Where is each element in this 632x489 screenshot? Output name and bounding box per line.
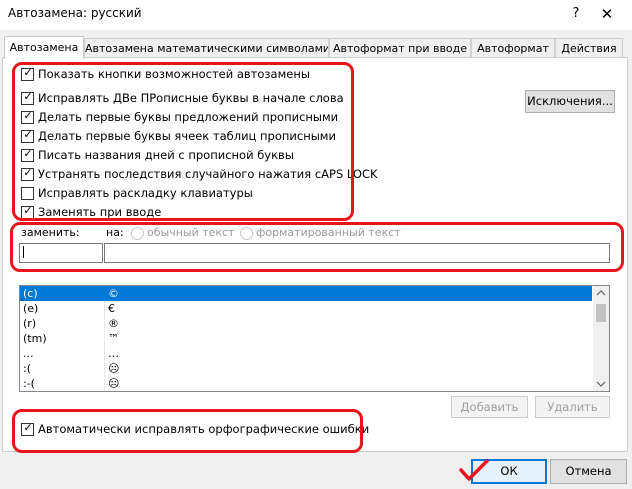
column-divider bbox=[104, 331, 105, 346]
highlight-box-autocorrect-options bbox=[12, 62, 354, 221]
list-item-to: … bbox=[108, 347, 119, 360]
close-button[interactable]: ✕ bbox=[592, 2, 622, 26]
column-divider bbox=[104, 301, 105, 316]
list-item-to: © bbox=[108, 287, 119, 300]
highlight-box-replace-fields bbox=[10, 222, 624, 272]
tab-bar: Автозамена Автозамена математическими си… bbox=[0, 36, 632, 59]
list-item[interactable]: (e) € bbox=[20, 301, 592, 316]
list-item-to: € bbox=[108, 302, 115, 315]
list-item-from: (r) bbox=[23, 317, 37, 330]
scroll-thumb bbox=[596, 304, 606, 322]
add-button[interactable]: Добавить bbox=[451, 396, 528, 418]
list-item[interactable]: (r) ® bbox=[20, 316, 592, 331]
scroll-up-icon bbox=[596, 290, 606, 296]
tab-autoformat-as-you-type[interactable]: Автоформат при вводе bbox=[329, 38, 471, 58]
list-item-from: :-( bbox=[23, 377, 35, 390]
list-item[interactable]: (c) © bbox=[20, 286, 592, 301]
list-item[interactable]: :-( ☹ bbox=[20, 376, 592, 391]
tab-autoformat[interactable]: Автоформат bbox=[471, 38, 555, 58]
column-divider bbox=[104, 316, 105, 331]
list-item[interactable]: :( ☹ bbox=[20, 361, 592, 376]
tab-math-autocorrect[interactable]: Автозамена математическими символами bbox=[84, 38, 329, 58]
red-check-annotation-icon bbox=[459, 459, 489, 481]
autocorrect-list[interactable]: (c) © (e) € (r) ® (tm) ™ ... … :( ☹ :-( … bbox=[19, 285, 610, 392]
list-item-to: ☹ bbox=[108, 362, 120, 375]
list-item[interactable]: ... … bbox=[20, 346, 592, 361]
column-divider bbox=[104, 346, 105, 361]
column-divider bbox=[104, 361, 105, 376]
title-bar: Автозамена: русский ? ✕ bbox=[0, 0, 632, 30]
list-item-to: ™ bbox=[108, 332, 119, 345]
list-item-from: ... bbox=[23, 347, 34, 360]
list-item-from: :( bbox=[23, 362, 31, 375]
tab-autocorrect[interactable]: Автозамена bbox=[4, 36, 84, 59]
window-title: Автозамена: русский bbox=[8, 6, 142, 20]
list-item-to: ☹ bbox=[108, 377, 120, 390]
column-divider bbox=[104, 376, 105, 391]
list-item-from: (c) bbox=[23, 287, 38, 300]
scrollbar-graphics bbox=[596, 290, 606, 387]
scroll-down-icon bbox=[596, 381, 606, 387]
list-scrollbar[interactable] bbox=[593, 286, 609, 391]
list-item[interactable]: (tm) ™ bbox=[20, 331, 592, 346]
help-button[interactable]: ? bbox=[566, 4, 586, 24]
list-item-from: (tm) bbox=[23, 332, 47, 345]
tab-actions[interactable]: Действия bbox=[555, 38, 623, 58]
delete-button[interactable]: Удалить bbox=[535, 396, 610, 418]
highlight-box-spelling bbox=[12, 409, 363, 453]
exceptions-button[interactable]: Исключения... bbox=[525, 90, 615, 113]
cancel-button[interactable]: Отмена bbox=[550, 459, 627, 484]
list-item-from: (e) bbox=[23, 302, 39, 315]
list-item-to: ® bbox=[108, 317, 119, 330]
